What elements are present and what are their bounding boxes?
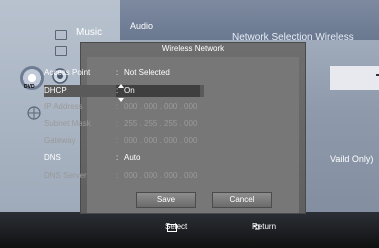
row-label: Gateway bbox=[44, 136, 76, 145]
bottom-bar bbox=[0, 212, 379, 248]
vaild-only-label: Vaild Only) bbox=[330, 154, 374, 164]
dns-row[interactable]: DNS : Auto bbox=[44, 152, 204, 164]
dialog-title: Wireless Network bbox=[161, 44, 225, 53]
row-colon: : bbox=[116, 153, 119, 162]
row-colon: : bbox=[116, 136, 119, 145]
audio-menu-item[interactable]: Audio bbox=[130, 21, 153, 31]
row-label: Access Point bbox=[44, 68, 91, 77]
background-highlight bbox=[330, 66, 379, 90]
save-button[interactable]: Save bbox=[136, 192, 196, 208]
gateway-row: Gateway : 000 . 000 . 000 . 000 bbox=[44, 135, 204, 147]
dns-server-row: DNS Server : 000 . 000 . 000 . 000 bbox=[44, 170, 204, 182]
row-colon: : bbox=[116, 119, 119, 128]
row-value: 000 . 000 . 000 . 000 bbox=[124, 171, 198, 180]
row-value: 000 . 000 . 000 . 000 bbox=[124, 136, 198, 145]
cancel-button[interactable]: Cancel bbox=[212, 192, 272, 208]
row-colon: : bbox=[116, 102, 119, 111]
tv-screen: Music Audio DVD Network Selection Wirele… bbox=[0, 0, 379, 248]
row-value: On bbox=[124, 86, 135, 95]
row-label: DNS bbox=[44, 153, 61, 162]
access-point-row[interactable]: Access Point : Not Selected bbox=[44, 67, 204, 79]
row-colon: : bbox=[116, 171, 119, 180]
row-colon: : bbox=[116, 68, 119, 77]
row-value: 255 . 255 . 255 . 000 bbox=[124, 119, 198, 128]
music-icon bbox=[55, 30, 67, 40]
dhcp-row[interactable]: DHCP : On bbox=[44, 85, 204, 97]
row-label: DHCP bbox=[44, 86, 67, 95]
music-menu-item[interactable]: Music bbox=[76, 27, 102, 38]
return-hint: Return bbox=[252, 222, 277, 231]
row-label: Subnet Mask bbox=[44, 119, 91, 128]
ip-address-row: IP Address : 000 . 000 . 000 . 000 bbox=[44, 101, 204, 113]
row-value: Auto bbox=[124, 153, 141, 162]
row-label: DNS Server bbox=[44, 171, 87, 180]
select-hint: Select bbox=[165, 222, 188, 231]
photo-icon bbox=[55, 46, 67, 56]
dvd-icon-label: DVD bbox=[24, 84, 35, 90]
row-label: IP Address bbox=[44, 102, 83, 111]
globe-icon[interactable] bbox=[27, 106, 41, 120]
row-value: Not Selected bbox=[124, 68, 170, 77]
arrow-up-icon[interactable] bbox=[118, 84, 124, 88]
row-value: 000 . 000 . 000 . 000 bbox=[124, 102, 198, 111]
subnet-mask-row: Subnet Mask : 255 . 255 . 255 . 000 bbox=[44, 118, 204, 130]
